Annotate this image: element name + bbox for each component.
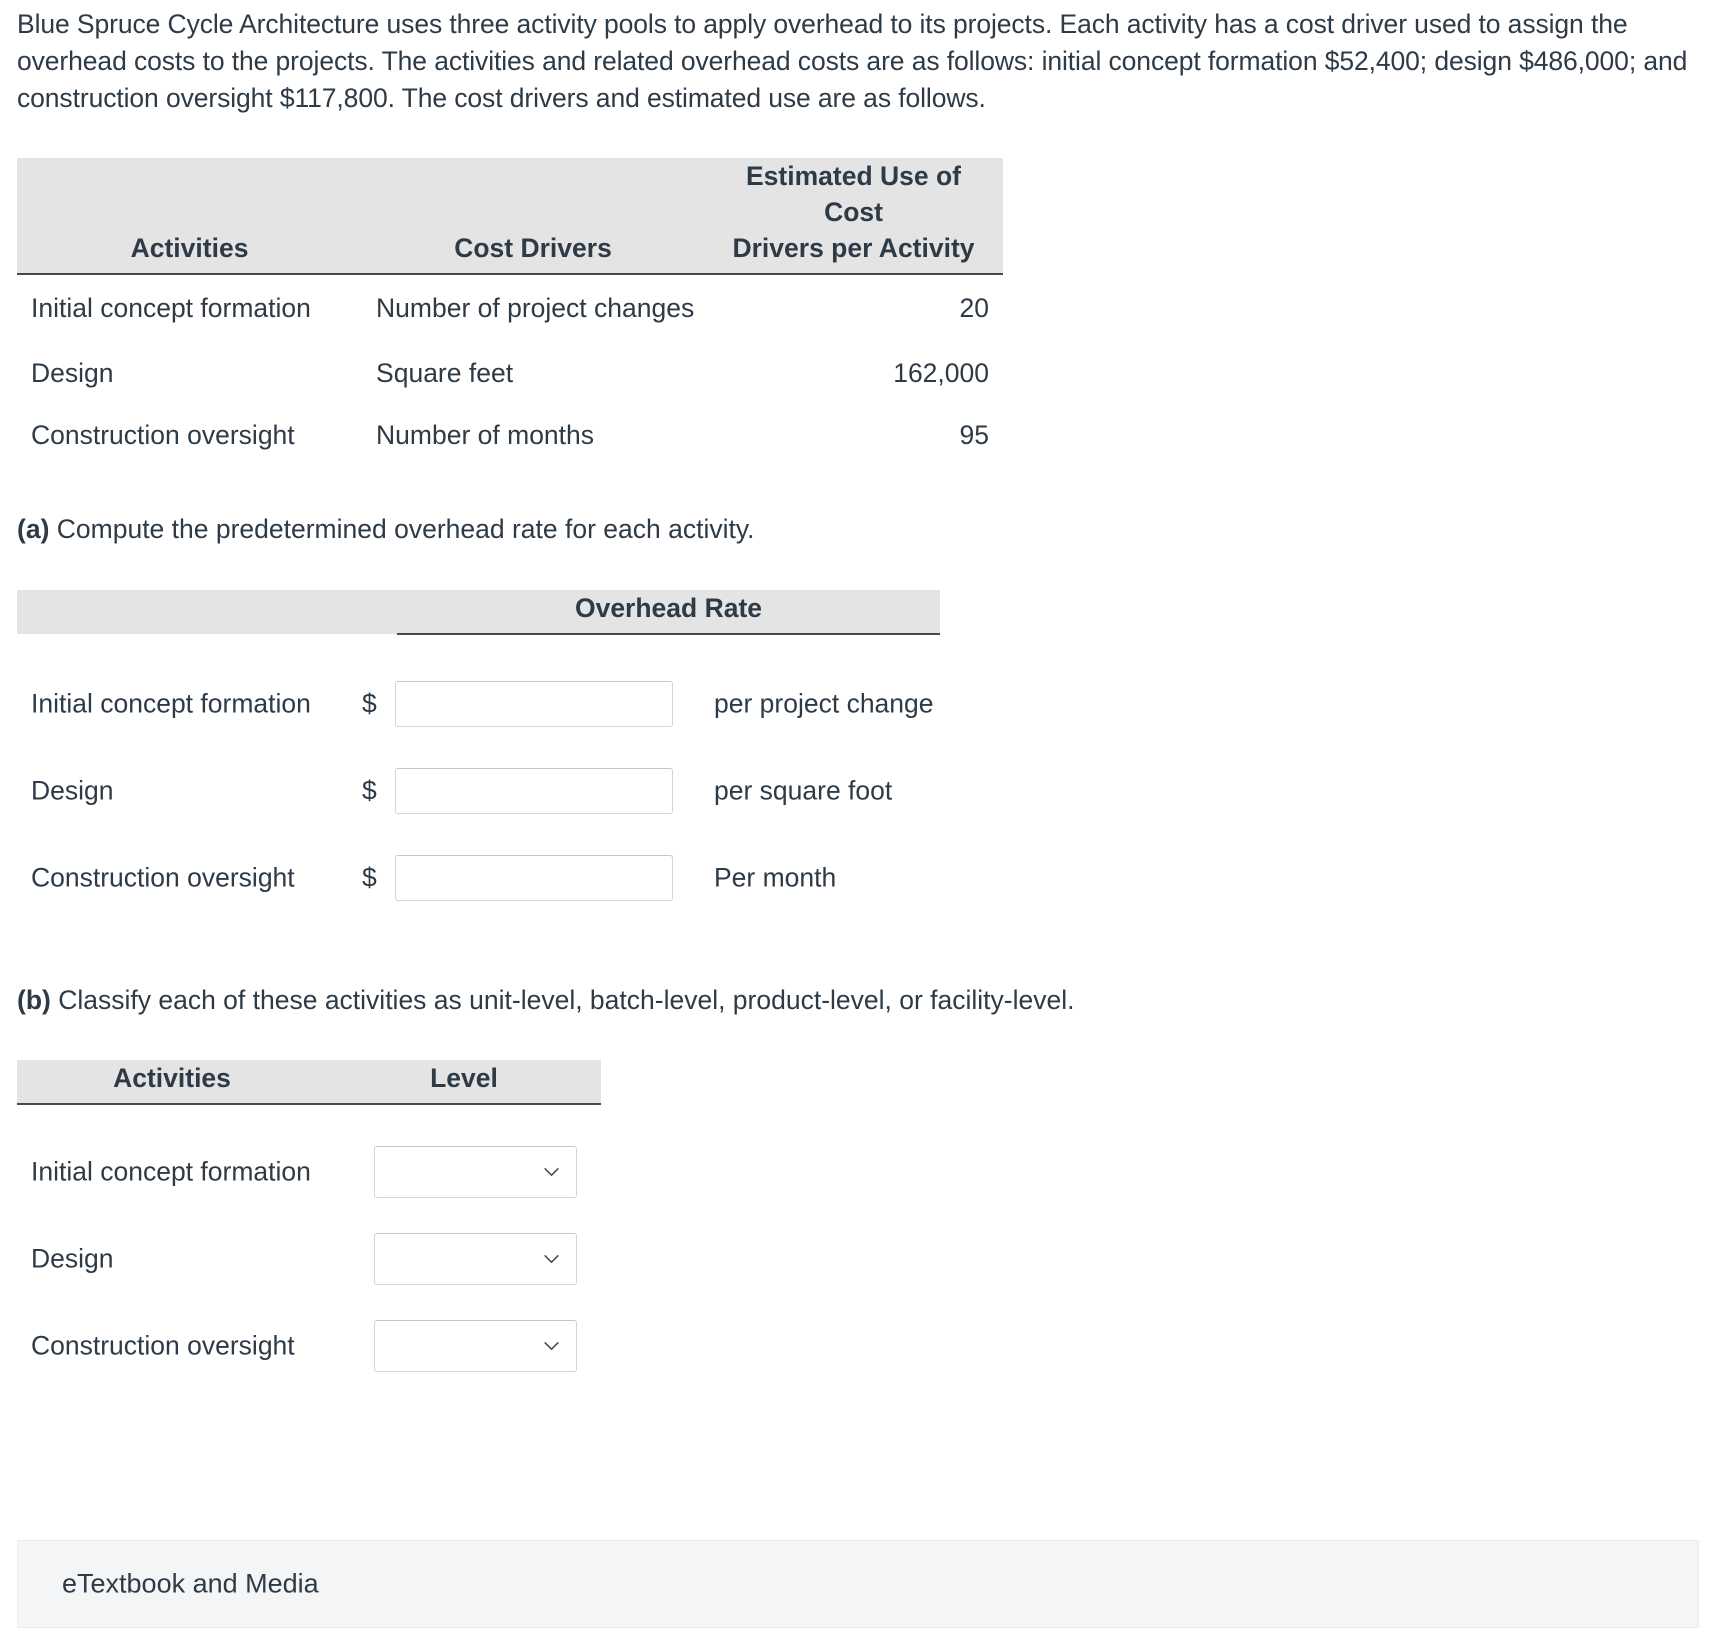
cell-cost-driver: Number of project changes — [376, 293, 695, 323]
table-header-row: Activities Level — [17, 1060, 601, 1105]
row-label-construction-oversight: Construction oversight — [31, 1330, 295, 1360]
table-row: Initial concept formation Number of proj… — [17, 274, 1003, 342]
level-dropdown-initial-concept-formation[interactable] — [374, 1145, 577, 1198]
overhead-rate-input-design[interactable] — [395, 767, 673, 814]
column-header-level-label: Level — [430, 1063, 498, 1093]
row-unit-construction-oversight: Per month — [714, 862, 837, 892]
row-unit-design: per square foot — [714, 775, 893, 805]
overhead-rate-table-head: Overhead Rate — [17, 590, 940, 635]
part-b-heading: (b) Classify each of these activities as… — [17, 983, 1074, 1017]
currency-symbol: $ — [362, 862, 377, 892]
overhead-rate-table: Overhead Rate — [17, 590, 940, 635]
cost-drivers-table-head: Activities Cost Drivers Estimated Use of… — [17, 158, 1003, 275]
chevron-down-icon — [543, 1250, 560, 1267]
column-header-cost-drivers-label: Cost Drivers — [454, 233, 612, 263]
cell-cost-driver: Number of months — [376, 419, 595, 450]
overhead-rate-row-initial-concept-formation: Initial concept formation $ per project … — [17, 660, 1017, 747]
column-header-activities: Activities — [17, 1060, 327, 1105]
column-header-activities: Activities — [17, 158, 363, 275]
row-label-initial-concept-formation: Initial concept formation — [31, 1156, 311, 1186]
overhead-rate-row-design: Design $ per square foot — [17, 747, 1017, 834]
cost-drivers-table-body: Initial concept formation Number of proj… — [17, 274, 1003, 466]
table-header-row: Activities Cost Drivers Estimated Use of… — [17, 158, 1003, 275]
chevron-down-icon — [543, 1337, 560, 1354]
cell-activity: Design — [31, 357, 114, 388]
overhead-rate-input-rows: Initial concept formation $ per project … — [17, 660, 1017, 921]
column-header-level: Level — [327, 1060, 601, 1105]
overhead-rate-row-construction-oversight: Construction oversight $ Per month — [17, 834, 1017, 921]
row-label-initial-concept-formation: Initial concept formation — [31, 688, 311, 718]
part-a-prompt: Compute the predetermined overhead rate … — [56, 514, 755, 544]
column-header-estimated-use-line1: Estimated Use of Cost — [746, 161, 962, 227]
table-row: Design Square feet 162,000 — [17, 342, 1003, 404]
part-a-label: (a) — [17, 514, 50, 544]
row-label-construction-oversight: Construction oversight — [31, 862, 295, 892]
column-header-activities-label: Activities — [113, 1063, 231, 1093]
column-header-blank — [17, 590, 397, 634]
overhead-rate-input-initial-concept-formation[interactable] — [395, 680, 673, 727]
level-dropdown-design[interactable] — [374, 1232, 577, 1285]
cell-activity: Initial concept formation — [31, 293, 311, 323]
activity-level-table: Activities Level — [17, 1060, 601, 1105]
row-label-design: Design — [31, 1243, 114, 1273]
level-dropdown-construction-oversight[interactable] — [374, 1319, 577, 1372]
column-header-cost-drivers: Cost Drivers — [362, 158, 705, 275]
column-header-blank-label — [17, 591, 397, 634]
activity-level-row-construction-oversight: Construction oversight — [17, 1302, 717, 1389]
cell-activity: Construction oversight — [31, 419, 295, 450]
table-row: Construction oversight Number of months … — [17, 404, 1003, 466]
cost-drivers-table: Activities Cost Drivers Estimated Use of… — [17, 158, 1003, 466]
activity-level-rows: Initial concept formation Design Constru… — [17, 1128, 717, 1389]
cell-estimated-use: 95 — [959, 419, 989, 450]
part-b-prompt: Classify each of these activities as uni… — [58, 985, 1075, 1015]
table-header-row: Overhead Rate — [17, 590, 940, 635]
column-header-overhead-rate-label: Overhead Rate — [574, 593, 763, 623]
problem-statement: Blue Spruce Cycle Architecture uses thre… — [17, 9, 1688, 113]
cell-estimated-use: 20 — [959, 293, 989, 323]
column-header-overhead-rate: Overhead Rate — [397, 590, 940, 635]
column-header-estimated-use: Estimated Use of Cost Drivers per Activi… — [704, 158, 1003, 275]
part-a-heading: (a) Compute the predetermined overhead r… — [17, 512, 755, 546]
column-header-activities-label: Activities — [130, 233, 249, 263]
cell-estimated-use: 162,000 — [893, 357, 989, 388]
column-header-estimated-use-label: Estimated Use of Cost Drivers per Activi… — [704, 158, 1003, 273]
activity-level-table-head: Activities Level — [17, 1060, 601, 1105]
activity-level-row-design: Design — [17, 1215, 717, 1302]
column-header-estimated-use-line2: Drivers per Activity — [732, 233, 975, 263]
currency-symbol: $ — [362, 775, 377, 805]
part-b-label: (b) — [17, 985, 51, 1015]
overhead-rate-input-construction-oversight[interactable] — [395, 854, 673, 901]
row-label-design: Design — [31, 775, 114, 805]
activity-level-row-initial-concept-formation: Initial concept formation — [17, 1128, 717, 1215]
cell-cost-driver: Square feet — [376, 357, 514, 388]
etextbook-and-media-bar[interactable]: eTextbook and Media — [17, 1540, 1699, 1628]
row-unit-initial-concept-formation: per project change — [714, 688, 934, 718]
etextbook-and-media-label[interactable]: eTextbook and Media — [62, 1569, 319, 1600]
chevron-down-icon — [543, 1163, 560, 1180]
currency-symbol: $ — [362, 688, 377, 718]
